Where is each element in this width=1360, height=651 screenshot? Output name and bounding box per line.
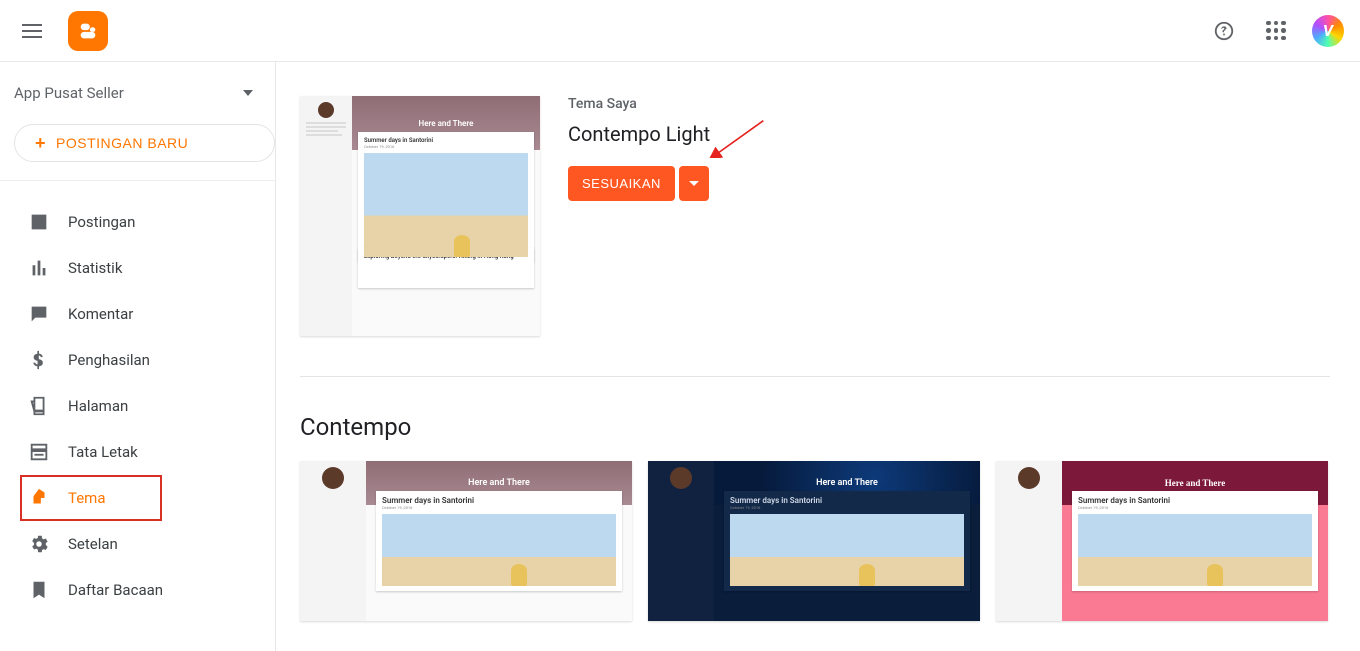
thumb-hero-title: Here and There: [816, 478, 878, 488]
nav-comments[interactable]: Komentar: [0, 291, 275, 337]
theme-grid: Here and There Summer days in SantoriniO…: [300, 461, 1330, 621]
nav-earnings[interactable]: Penghasilan: [0, 337, 275, 383]
nav-label: Daftar Bacaan: [68, 581, 163, 599]
customize-dropdown-button[interactable]: [679, 166, 709, 201]
nav-reading-list[interactable]: Daftar Bacaan: [0, 567, 275, 613]
blog-selector[interactable]: App Pusat Seller: [0, 76, 275, 110]
blog-name: App Pusat Seller: [14, 84, 124, 102]
sidebar: App Pusat Seller + POSTINGAN BARU Postin…: [0, 62, 276, 651]
nav-posts[interactable]: Postingan: [0, 199, 275, 245]
customize-button[interactable]: SESUAIKAN: [568, 166, 675, 201]
section-title-contempo: Contempo: [300, 413, 1330, 441]
theme-info: Tema Saya Contempo Light SESUAIKAN: [568, 96, 710, 201]
thumb-card-title: Summer days in Santorini: [364, 137, 528, 144]
thumb-card-title: Summer days in Santorini: [382, 496, 616, 505]
theme-label: Tema Saya: [568, 96, 710, 112]
comment-icon: [28, 303, 50, 325]
post-icon: [28, 211, 50, 233]
current-theme-row: Here and There Summer days in Santorini …: [300, 96, 1330, 377]
dollar-icon: [28, 349, 50, 371]
theme-icon: [28, 487, 50, 509]
thumb-card-title: Summer days in Santorini: [1078, 496, 1312, 505]
theme-card-contempo-rose[interactable]: Here and There Summer days in SantoriniO…: [996, 461, 1328, 621]
nav-label: Postingan: [68, 213, 135, 231]
main: Here and There Summer days in Santorini …: [276, 62, 1360, 651]
nav-label: Penghasilan: [68, 351, 150, 369]
nav-settings[interactable]: Setelan: [0, 521, 275, 567]
nav-theme[interactable]: Tema: [20, 475, 162, 521]
apps-icon[interactable]: [1266, 21, 1286, 41]
nav-label: Tema: [68, 489, 106, 507]
theme-name: Contempo Light: [568, 122, 710, 146]
new-post-label: POSTINGAN BARU: [56, 135, 188, 151]
new-post-button[interactable]: + POSTINGAN BARU: [14, 124, 275, 162]
bookmark-icon: [28, 579, 50, 601]
current-theme-thumbnail[interactable]: Here and There Summer days in Santorini …: [300, 96, 540, 336]
topbar: V: [0, 0, 1360, 62]
layout-icon: [28, 441, 50, 463]
thumb-hero-title: Here and There: [1165, 478, 1226, 488]
avatar[interactable]: V: [1312, 15, 1344, 47]
theme-card-contempo-light[interactable]: Here and There Summer days in SantoriniO…: [300, 461, 632, 621]
triangle-down-icon: [689, 181, 699, 186]
nav-label: Statistik: [68, 259, 122, 277]
stats-icon: [28, 257, 50, 279]
pages-icon: [28, 395, 50, 417]
chevron-down-icon: [243, 90, 253, 96]
thumb-hero-title: Here and There: [468, 478, 530, 488]
thumb-card-title: Summer days in Santorini: [730, 496, 964, 505]
nav-label: Halaman: [68, 397, 128, 415]
menu-icon[interactable]: [12, 9, 56, 53]
nav-layout[interactable]: Tata Letak: [0, 429, 275, 475]
gear-icon: [28, 533, 50, 555]
theme-card-contempo-dark[interactable]: Here and There Summer days in SantoriniO…: [648, 461, 980, 621]
nav-label: Setelan: [68, 535, 118, 553]
nav-pages[interactable]: Halaman: [0, 383, 275, 429]
annotation-arrow: [698, 118, 778, 158]
nav: Postingan Statistik Komentar Penghasilan…: [0, 181, 275, 631]
help-icon[interactable]: [1212, 19, 1236, 43]
customize-label: SESUAIKAN: [582, 176, 661, 191]
blogger-logo[interactable]: [68, 11, 108, 51]
nav-stats[interactable]: Statistik: [0, 245, 275, 291]
nav-label: Komentar: [68, 305, 133, 323]
thumb-hero-title: Here and There: [419, 119, 474, 128]
nav-label: Tata Letak: [68, 443, 138, 461]
